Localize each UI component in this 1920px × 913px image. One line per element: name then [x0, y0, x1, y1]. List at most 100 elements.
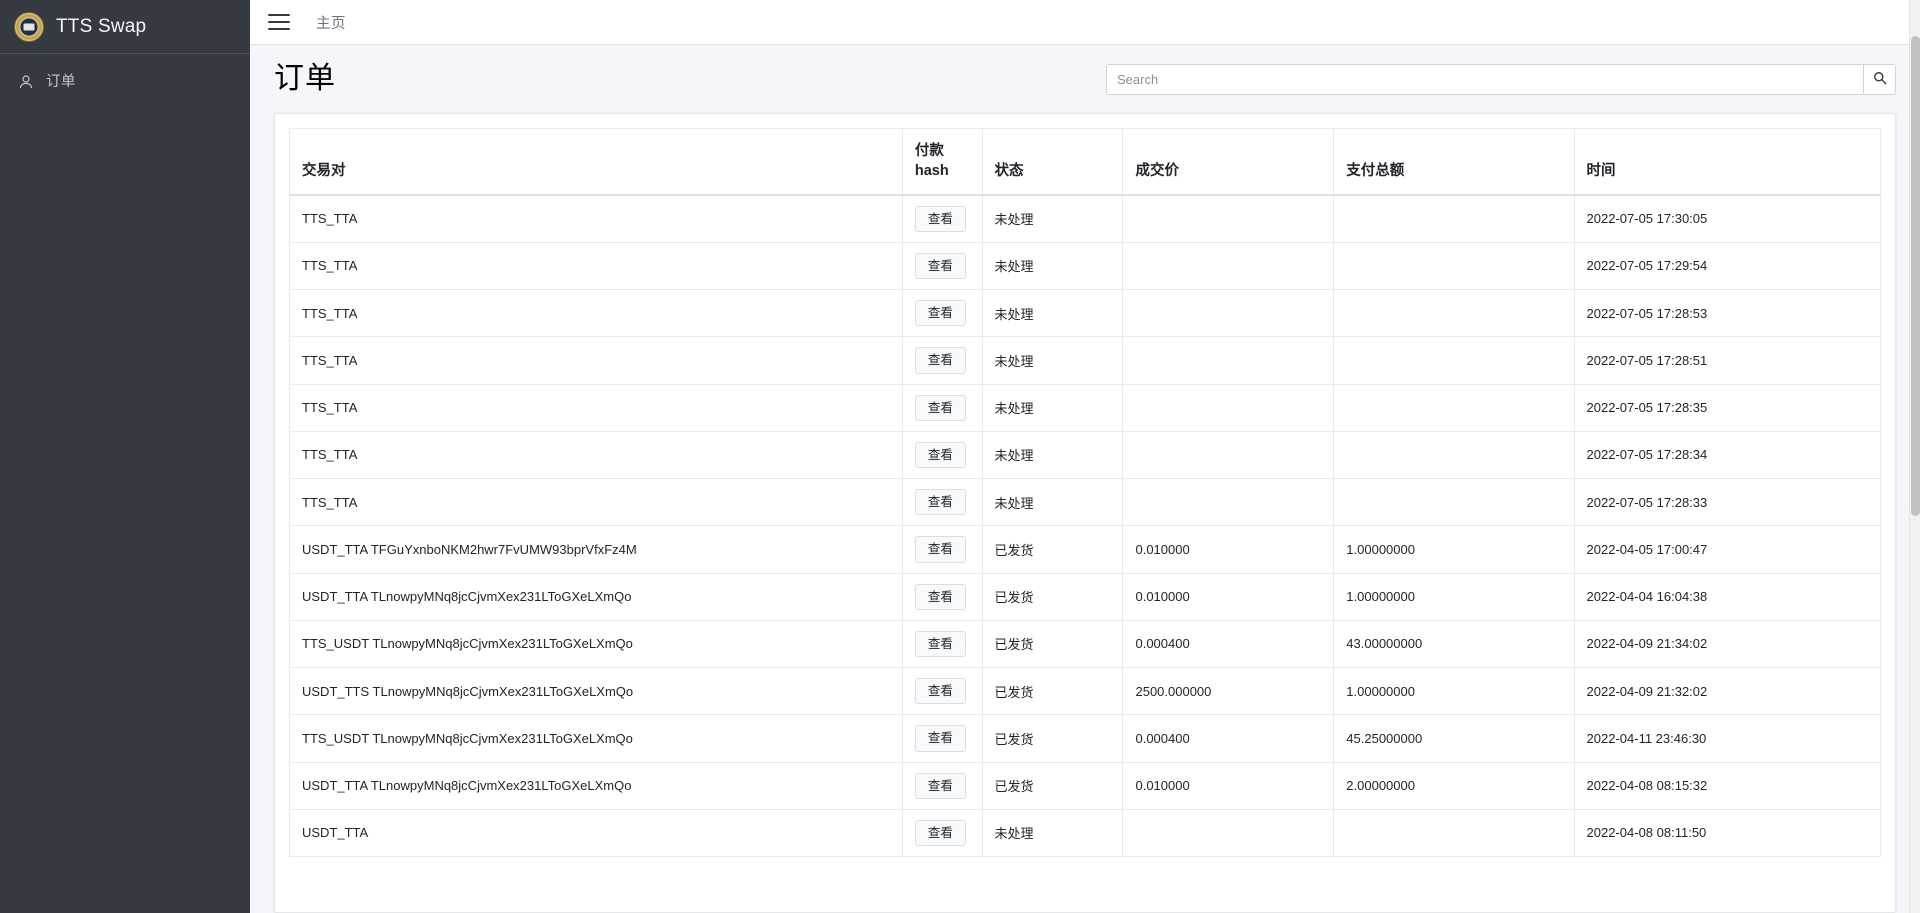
- orders-card: 交易对 付款 hash 状态 成交价 支付总额 时间 TTS_TTA查看未处理2…: [274, 113, 1896, 913]
- cell-pair: TTS_USDT TLnowpyMNq8jcCjvmXex231LToGXeLX…: [290, 715, 903, 762]
- table-row: TTS_USDT TLnowpyMNq8jcCjvmXex231LToGXeLX…: [290, 715, 1881, 762]
- table-row: TTS_USDT TLnowpyMNq8jcCjvmXex231LToGXeLX…: [290, 620, 1881, 667]
- cell-total: 1.00000000: [1334, 668, 1574, 715]
- sidebar-item-label: 订单: [46, 72, 76, 92]
- view-hash-button[interactable]: 查看: [915, 678, 966, 704]
- cell-pair: TTS_TTA: [290, 384, 903, 431]
- table-row: TTS_TTA查看未处理2022-07-05 17:28:33: [290, 479, 1881, 526]
- cell-time: 2022-07-05 17:28:34: [1574, 431, 1880, 478]
- view-hash-button[interactable]: 查看: [915, 442, 966, 468]
- cell-total: [1334, 337, 1574, 384]
- sidebar: TTS Swap 订单: [0, 0, 250, 913]
- cell-time: 2022-07-05 17:30:05: [1574, 195, 1880, 243]
- cell-hash: 查看: [902, 762, 982, 809]
- cell-hash: 查看: [902, 242, 982, 289]
- view-hash-button[interactable]: 查看: [915, 489, 966, 515]
- table-row: TTS_TTA查看未处理2022-07-05 17:28:53: [290, 290, 1881, 337]
- cell-total: [1334, 242, 1574, 289]
- cell-status: 未处理: [982, 479, 1123, 526]
- cell-pair: USDT_TTA: [290, 809, 903, 856]
- hamburger-icon[interactable]: [268, 14, 290, 30]
- view-hash-button[interactable]: 查看: [915, 347, 966, 373]
- cell-total: 45.25000000: [1334, 715, 1574, 762]
- cell-price: 0.000400: [1123, 620, 1334, 667]
- view-hash-button[interactable]: 查看: [915, 773, 966, 799]
- topbar-home-link[interactable]: 主页: [316, 12, 346, 33]
- cell-time: 2022-04-08 08:15:32: [1574, 762, 1880, 809]
- cell-pair: TTS_TTA: [290, 195, 903, 243]
- cell-total: [1334, 195, 1574, 243]
- cell-pair: TTS_TTA: [290, 337, 903, 384]
- view-hash-button[interactable]: 查看: [915, 253, 966, 279]
- cell-price: [1123, 431, 1334, 478]
- table-row: TTS_TTA 查看未处理 2022-07-05 17:28:51: [290, 337, 1881, 384]
- cell-price: [1123, 384, 1334, 431]
- cell-status: 已发货: [982, 526, 1123, 573]
- cell-status: 未处理: [982, 431, 1123, 478]
- app-root: TTS Swap 订单 主页 订单: [0, 0, 1920, 913]
- view-hash-button[interactable]: 查看: [915, 725, 966, 751]
- cell-pair: USDT_TTA TLnowpyMNq8jcCjvmXex231LToGXeLX…: [290, 573, 903, 620]
- cell-hash: 查看: [902, 620, 982, 667]
- cell-time: 2022-04-11 23:46:30: [1574, 715, 1880, 762]
- sidebar-nav: 订单: [0, 54, 250, 100]
- table-row: USDT_TTA TLnowpyMNq8jcCjvmXex231LToGXeLX…: [290, 762, 1881, 809]
- column-header-time: 时间: [1574, 129, 1880, 195]
- cell-price: 0.010000: [1123, 573, 1334, 620]
- table-header-row: 交易对 付款 hash 状态 成交价 支付总额 时间: [290, 129, 1881, 195]
- cell-total: [1334, 479, 1574, 526]
- search-bar: [1106, 64, 1896, 95]
- table-row: USDT_TTA TLnowpyMNq8jcCjvmXex231LToGXeLX…: [290, 573, 1881, 620]
- column-header-status: 状态: [982, 129, 1123, 195]
- view-hash-button[interactable]: 查看: [915, 536, 966, 562]
- brand[interactable]: TTS Swap: [0, 0, 250, 54]
- table-row: TTS_TTA查看未处理2022-07-05 17:30:05: [290, 195, 1881, 243]
- cell-pair: USDT_TTA TLnowpyMNq8jcCjvmXex231LToGXeLX…: [290, 762, 903, 809]
- view-hash-button[interactable]: 查看: [915, 631, 966, 657]
- cell-time: 2022-07-05 17:28:51: [1574, 337, 1880, 384]
- cell-pair: USDT_TTS TLnowpyMNq8jcCjvmXex231LToGXeLX…: [290, 668, 903, 715]
- cell-time: 2022-07-05 17:28:35: [1574, 384, 1880, 431]
- topbar: 主页: [250, 0, 1920, 45]
- view-hash-button[interactable]: 查看: [915, 395, 966, 421]
- cell-time: 2022-07-05 17:28:53: [1574, 290, 1880, 337]
- cell-price: [1123, 242, 1334, 289]
- cell-hash: 查看: [902, 479, 982, 526]
- view-hash-button[interactable]: 查看: [915, 820, 966, 846]
- cell-price: 0.010000: [1123, 526, 1334, 573]
- cell-total: 43.00000000: [1334, 620, 1574, 667]
- cell-status: 已发货: [982, 715, 1123, 762]
- cell-time: 2022-04-09 21:32:02: [1574, 668, 1880, 715]
- user-icon: [18, 73, 40, 91]
- column-header-hash-label: 付款 hash: [915, 143, 949, 179]
- table-row: USDT_TTA查看未处理2022-04-08 08:11:50: [290, 809, 1881, 856]
- cell-total: [1334, 809, 1574, 856]
- cell-price: [1123, 195, 1334, 243]
- view-hash-button[interactable]: 查看: [915, 206, 966, 232]
- page-scrollbar-thumb[interactable]: [1911, 36, 1920, 516]
- search-button[interactable]: [1863, 64, 1896, 95]
- search-input[interactable]: [1106, 64, 1863, 95]
- cell-hash: 查看: [902, 337, 982, 384]
- cell-status: 已发货: [982, 573, 1123, 620]
- cell-total: [1334, 290, 1574, 337]
- cell-price: 0.010000: [1123, 762, 1334, 809]
- view-hash-button[interactable]: 查看: [915, 584, 966, 610]
- content-body: 交易对 付款 hash 状态 成交价 支付总额 时间 TTS_TTA查看未处理2…: [250, 105, 1920, 913]
- cell-hash: 查看: [902, 573, 982, 620]
- view-hash-button[interactable]: 查看: [915, 300, 966, 326]
- cell-price: [1123, 290, 1334, 337]
- column-header-pair: 交易对: [290, 129, 903, 195]
- cell-time: 2022-04-09 21:34:02: [1574, 620, 1880, 667]
- cell-total: 1.00000000: [1334, 526, 1574, 573]
- cell-hash: 查看: [902, 290, 982, 337]
- sidebar-item-orders[interactable]: 订单: [8, 64, 242, 100]
- cell-status: 未处理: [982, 337, 1123, 384]
- cell-pair: USDT_TTA TFGuYxnboNKM2hwr7FvUMW93bprVfxF…: [290, 526, 903, 573]
- cell-time: 2022-04-04 16:04:38: [1574, 573, 1880, 620]
- cell-price: [1123, 809, 1334, 856]
- page-scrollbar[interactable]: [1909, 0, 1920, 913]
- cell-total: 1.00000000: [1334, 573, 1574, 620]
- cell-hash: 查看: [902, 809, 982, 856]
- cell-hash: 查看: [902, 715, 982, 762]
